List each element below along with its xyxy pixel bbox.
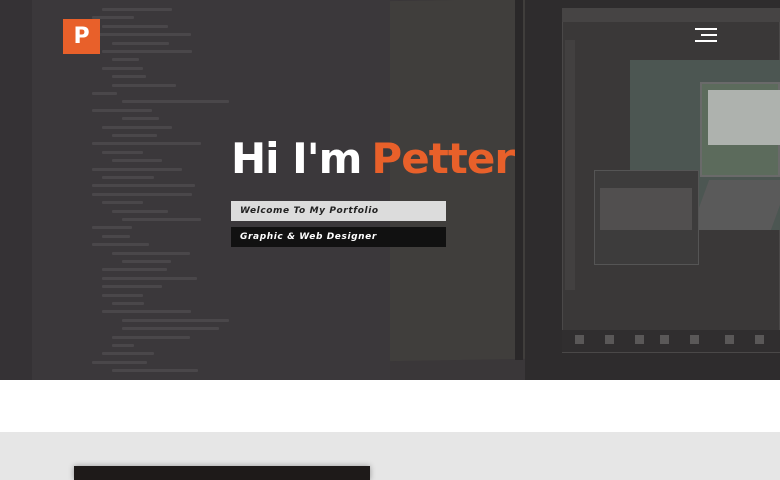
code-line [92, 243, 150, 247]
code-line [112, 134, 158, 137]
code-line [92, 108, 152, 112]
hero-background-taskbar [562, 330, 780, 352]
hamburger-bar [695, 40, 717, 42]
taskbar-icon [725, 335, 734, 344]
code-line [102, 276, 198, 280]
code-line [112, 75, 147, 79]
hero-tagline-welcome: Welcome To My Portfolio [231, 201, 446, 221]
taskbar-icon [660, 335, 669, 344]
code-line [102, 176, 154, 179]
hero-background-editor-tools [565, 40, 575, 290]
code-line [92, 226, 133, 230]
code-line [122, 117, 160, 121]
hero-background-laptop-screen [708, 90, 780, 145]
code-line [122, 327, 220, 331]
code-line [92, 167, 182, 171]
code-line [92, 142, 201, 146]
code-line [102, 285, 162, 289]
code-line [102, 234, 131, 238]
code-line [112, 335, 190, 339]
taskbar-icon [755, 335, 764, 344]
taskbar-icon [605, 335, 614, 344]
code-line [102, 50, 193, 53]
code-line [112, 369, 199, 373]
code-line [102, 150, 143, 154]
hero-background-histogram-graph [600, 188, 692, 230]
code-line [122, 318, 230, 322]
hero-background-strip [0, 0, 32, 380]
code-line [112, 251, 191, 255]
code-line [112, 344, 135, 347]
hero-section: P Hi I'm Petter Welcome To My Portfolio G… [0, 0, 780, 380]
section-spacer [0, 380, 780, 432]
taskbar-icon [690, 335, 699, 344]
code-line [112, 159, 162, 163]
taskbar-icon [635, 335, 644, 344]
code-line [112, 302, 144, 305]
code-line [92, 92, 117, 95]
hero-greeting: Hi I'm [231, 134, 362, 183]
code-line [122, 100, 230, 104]
logo[interactable]: P [63, 19, 100, 54]
code-line [112, 58, 139, 62]
code-line [102, 352, 155, 356]
code-line [122, 260, 172, 263]
code-line [102, 201, 144, 205]
code-line [102, 310, 191, 314]
hero-background-editor-toolbar [562, 8, 780, 22]
hero-headline: Hi I'm Petter [231, 134, 551, 184]
code-line [102, 66, 144, 70]
taskbar-icon [575, 335, 584, 344]
hero-background-code [32, 0, 390, 380]
portfolio-card[interactable] [74, 466, 370, 480]
code-line [112, 41, 169, 45]
code-line [92, 184, 196, 188]
code-line [102, 24, 168, 28]
code-line [102, 293, 144, 297]
code-line [102, 268, 167, 272]
code-line [102, 125, 172, 129]
code-line [92, 33, 192, 37]
code-line [112, 209, 169, 213]
code-line [92, 360, 148, 364]
code-line [122, 218, 201, 221]
code-line [102, 8, 173, 11]
hamburger-bar [701, 34, 717, 36]
hero-tagline-role: Graphic & Web Designer [231, 227, 446, 247]
hamburger-icon[interactable] [695, 26, 717, 44]
code-line [92, 192, 192, 196]
code-line [112, 83, 176, 87]
hero-name: Petter [371, 134, 515, 183]
hamburger-bar [695, 28, 717, 30]
